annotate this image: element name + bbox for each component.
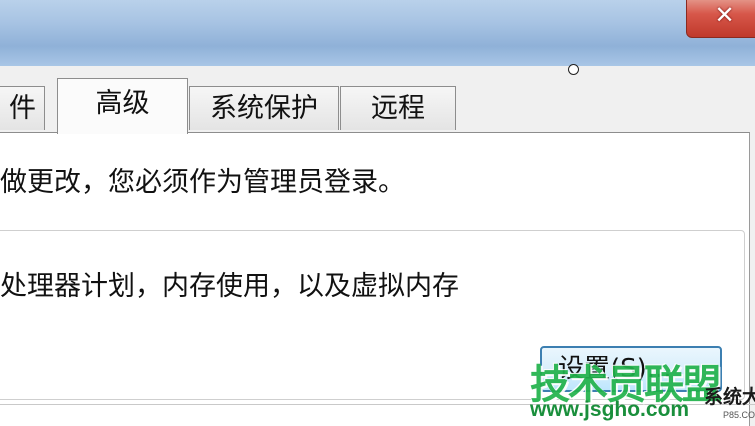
window-title-bar: ✕ — [0, 0, 755, 66]
watermark-side-text: 系统大全 — [704, 386, 755, 408]
tab-remote[interactable]: 远程 — [340, 86, 456, 130]
tab-advanced[interactable]: 高级 — [57, 78, 188, 134]
tab-system-protection[interactable]: 系统保护 — [189, 86, 339, 130]
watermark-url: www.jsgho.com — [530, 398, 690, 421]
mouse-cursor-icon — [568, 64, 579, 75]
admin-login-note: 做更改，您必须作为管理员登录。 — [0, 167, 405, 198]
tab-hardware[interactable]: 件 — [0, 86, 45, 130]
watermark-tiny-text: P85.COM — [723, 410, 755, 420]
close-icon: ✕ — [714, 1, 735, 29]
window-close-button[interactable]: ✕ — [686, 0, 755, 38]
performance-description: 处理器计划，内存使用，以及虚拟内存 — [0, 271, 459, 302]
